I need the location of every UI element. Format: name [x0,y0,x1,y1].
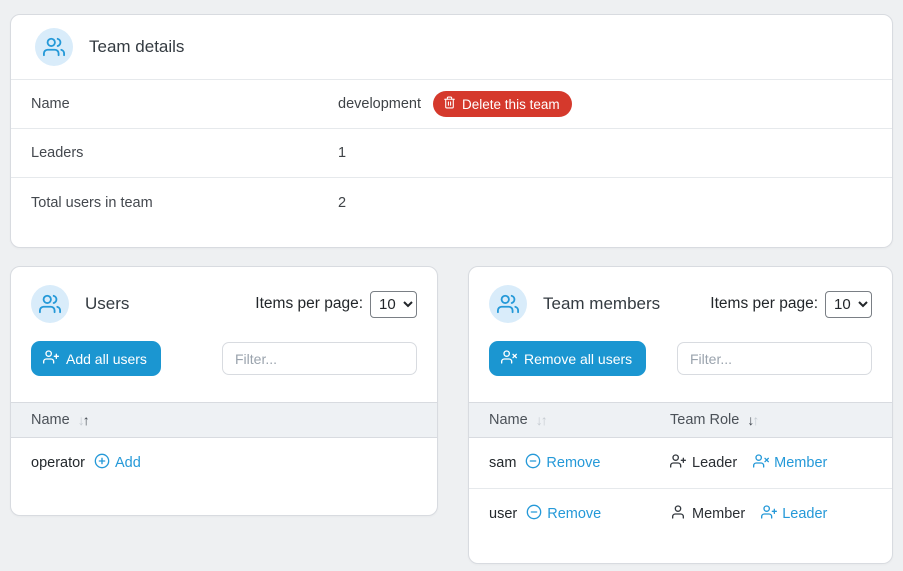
user-x-icon [753,453,769,473]
detail-row-total-users: Total users in team 2 [11,178,892,228]
change-role-link[interactable]: Leader [761,504,827,524]
column-header-name-label: Name [489,412,528,428]
table-row: user Remove Member [469,489,892,539]
add-all-users-label: Add all users [66,351,147,367]
remove-member-link[interactable]: Remove [526,504,601,524]
filter-input[interactable] [222,342,417,375]
user-plus-icon [670,453,686,473]
remove-member-link[interactable]: Remove [525,453,600,473]
remove-member-link-label: Remove [546,455,600,471]
items-per-page-label: Items per page: [255,295,363,313]
minus-circle-icon [525,453,541,473]
items-per-page-select[interactable]: 10 [370,291,417,318]
card-title: Team details [89,37,184,57]
sort-asc-icon: ↑ [752,412,757,428]
column-header-name[interactable]: Name ↓↑ [489,412,670,428]
sort-icons: ↓↑ [536,412,546,428]
team-members-card-header: Team members Items per page: 10 [469,267,892,329]
user-plus-icon [43,349,59,368]
add-all-users-button[interactable]: Add all users [31,341,161,376]
remove-all-users-label: Remove all users [524,351,632,367]
current-role-label: Member [692,506,745,522]
change-role-link-label: Member [774,455,827,471]
team-name-value: development [338,96,421,112]
minus-circle-icon [526,504,542,524]
team-members-controls: Remove all users [469,329,892,390]
card-title: Team members [543,294,660,314]
current-role: Member [670,504,745,524]
table-row: sam Remove Leader [469,438,892,489]
users-controls: Add all users [11,329,437,390]
trash-icon [443,96,456,112]
user-name: operator [31,455,85,471]
column-header-team-role[interactable]: Team Role ↓↑ [670,412,757,428]
column-header-name-label: Name [31,412,70,428]
current-role-label: Leader [692,455,737,471]
team-members-card: Team members Items per page: 10 Remove a… [468,266,893,564]
row-value: development Delete this team [338,91,572,117]
card-title: Users [85,294,129,314]
detail-row-name: Name development Delete this team [11,80,892,129]
team-details-header: Team details [11,15,892,80]
row-label: Total users in team [31,195,338,211]
column-header-team-role-label: Team Role [670,412,739,428]
user-icon [670,504,686,524]
users-card-header: Users Items per page: 10 [11,267,437,329]
remove-member-link-label: Remove [547,506,601,522]
detail-row-leaders: Leaders 1 [11,129,892,178]
sort-asc-icon: ↑ [83,412,88,428]
user-plus-icon [761,504,777,524]
row-label: Name [31,96,338,112]
users-card: Users Items per page: 10 Add all users [10,266,438,516]
sort-asc-icon: ↑ [541,412,546,428]
items-per-page-select[interactable]: 10 [825,291,872,318]
row-label: Leaders [31,145,338,161]
users-icon [35,28,73,66]
add-user-link-label: Add [115,455,141,471]
users-icon [31,285,69,323]
delete-team-button-label: Delete this team [462,97,560,112]
member-name: sam [489,455,516,471]
users-table-header: Name ↓↑ [11,402,437,438]
sort-icons: ↓↑ [747,412,757,428]
change-role-link[interactable]: Member [753,453,827,473]
remove-all-users-button[interactable]: Remove all users [489,341,646,376]
sort-icons: ↓↑ [78,412,88,428]
team-members-table-header: Name ↓↑ Team Role ↓↑ [469,402,892,438]
plus-circle-icon [94,453,110,473]
items-per-page-label: Items per page: [710,295,818,313]
member-name: user [489,506,517,522]
total-users-count: 2 [338,195,346,211]
leaders-count: 1 [338,145,346,161]
team-details-card: Team details Name development Delete thi… [10,14,893,248]
user-x-icon [501,349,517,368]
table-row: operator Add [11,438,437,488]
current-role: Leader [670,453,737,473]
users-icon [489,285,527,323]
page: Team details Name development Delete thi… [0,0,903,564]
change-role-link-label: Leader [782,506,827,522]
filter-input[interactable] [677,342,872,375]
delete-team-button[interactable]: Delete this team [433,91,572,117]
column-header-name[interactable]: Name ↓↑ [31,412,88,428]
add-user-link[interactable]: Add [94,453,141,473]
